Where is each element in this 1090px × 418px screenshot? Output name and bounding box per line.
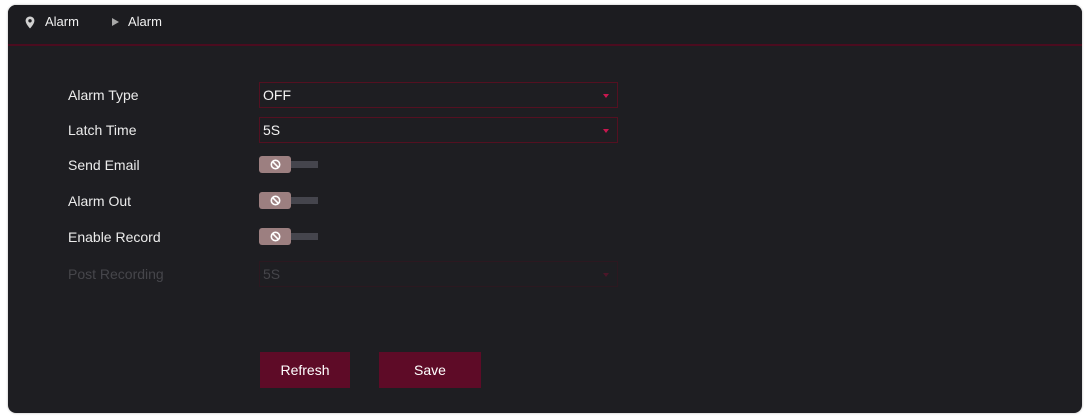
- send-email-toggle[interactable]: [259, 156, 319, 174]
- ban-icon: [270, 231, 281, 242]
- post-recording-select: 5S: [259, 261, 618, 287]
- location-pin-icon: [25, 16, 35, 29]
- send-email-row: Send Email: [8, 152, 1082, 178]
- latch-time-label: Latch Time: [68, 122, 137, 138]
- enable-record-toggle[interactable]: [259, 228, 319, 246]
- enable-record-row: Enable Record: [8, 224, 1082, 250]
- alarm-out-toggle[interactable]: [259, 192, 319, 210]
- breadcrumb: Alarm Alarm: [8, 5, 1082, 46]
- ban-icon: [270, 195, 281, 206]
- alarm-settings-panel: Alarm Alarm Alarm Type OFF Latch Time 5S…: [8, 5, 1082, 413]
- enable-record-label: Enable Record: [68, 229, 161, 245]
- ban-icon: [270, 159, 281, 170]
- latch-time-value: 5S: [263, 122, 281, 138]
- latch-time-row: Latch Time 5S: [8, 117, 1082, 143]
- post-recording-row: Post Recording 5S: [8, 261, 1082, 287]
- toggle-track: [291, 161, 318, 168]
- breadcrumb-item-current: Alarm: [128, 14, 162, 29]
- save-button[interactable]: Save: [379, 352, 481, 388]
- post-recording-label: Post Recording: [68, 266, 164, 282]
- alarm-type-label: Alarm Type: [68, 87, 139, 103]
- alarm-type-select[interactable]: OFF: [259, 82, 618, 108]
- toggle-track: [291, 233, 318, 240]
- toggle-track: [291, 197, 318, 204]
- alarm-out-label: Alarm Out: [68, 193, 132, 209]
- alarm-type-value: OFF: [263, 87, 291, 103]
- refresh-button[interactable]: Refresh: [260, 352, 350, 388]
- dropdown-arrow-icon: [603, 94, 609, 98]
- toggle-knob: [259, 192, 291, 209]
- latch-time-select[interactable]: 5S: [259, 117, 618, 143]
- dropdown-arrow-icon: [603, 129, 609, 133]
- toggle-knob: [259, 156, 291, 173]
- send-email-label: Send Email: [68, 157, 140, 173]
- post-recording-value: 5S: [263, 266, 281, 282]
- dropdown-arrow-icon: [603, 273, 609, 277]
- caret-right-icon: [112, 18, 119, 26]
- alarm-type-row: Alarm Type OFF: [8, 82, 1082, 108]
- alarm-out-row: Alarm Out: [8, 188, 1082, 214]
- toggle-knob: [259, 228, 291, 245]
- breadcrumb-item-alarm[interactable]: Alarm: [45, 5, 79, 39]
